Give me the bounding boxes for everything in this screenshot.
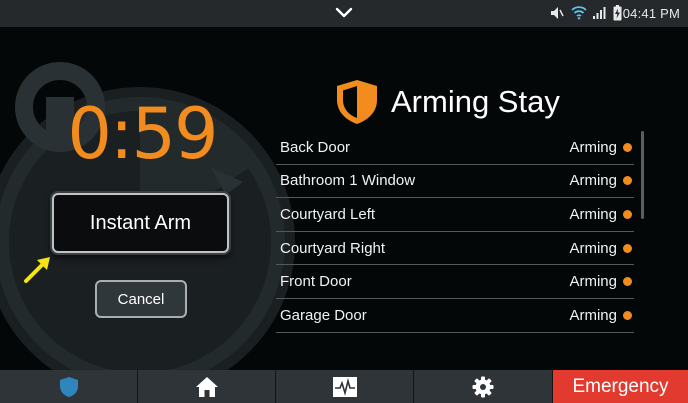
status-dot-icon (623, 243, 632, 253)
nav-home-button[interactable] (138, 370, 276, 403)
zone-status: Arming (569, 239, 617, 257)
zone-name: Garage Door (280, 306, 367, 324)
zone-status: Arming (569, 205, 617, 223)
countdown-timer: 0:59 (67, 93, 218, 175)
zone-name: Front Door (280, 273, 352, 291)
shield-icon (337, 80, 377, 124)
list-item: Back Door Arming (276, 131, 634, 165)
main-panel: 0:59 Instant Arm Cancel Arming Stay Back… (0, 27, 688, 370)
mute-icon (551, 7, 564, 19)
arming-header: Arming Stay (333, 77, 560, 127)
zone-status: Arming (569, 306, 617, 324)
home-icon (195, 376, 218, 397)
list-item: Garage Door Arming (276, 299, 634, 333)
status-dot-icon (623, 176, 632, 186)
instant-arm-button[interactable]: Instant Arm (52, 193, 229, 253)
zone-name: Courtyard Left (280, 205, 376, 223)
nav-activity-button[interactable] (276, 370, 414, 403)
bottom-nav: Emergency (0, 370, 688, 403)
chevron-down-icon[interactable] (334, 5, 354, 21)
zone-list-scrollbar[interactable] (641, 131, 644, 219)
status-dot-icon (623, 310, 632, 320)
pointer-arrow-icon (24, 257, 50, 283)
zone-status: Arming (569, 273, 617, 291)
zone-name: Bathroom 1 Window (280, 172, 416, 190)
signal-icon (593, 7, 606, 19)
clock: 04:41 PM (622, 6, 680, 21)
zone-status: Arming (569, 172, 617, 190)
wifi-icon (571, 6, 587, 20)
list-item: Bathroom 1 Window Arming (276, 165, 634, 199)
battery-charging-icon (613, 5, 622, 21)
status-bar: 04:41 PM (0, 0, 688, 27)
arming-title: Arming Stay (391, 84, 560, 119)
activity-monitor-icon (332, 376, 357, 397)
status-dot-icon (623, 209, 632, 219)
list-item: Courtyard Right Arming (276, 232, 634, 266)
zone-list[interactable]: Back Door Arming Bathroom 1 Window Armin… (276, 131, 634, 333)
emergency-button[interactable]: Emergency (553, 370, 688, 403)
zone-name: Back Door (280, 138, 351, 156)
nav-security-button[interactable] (0, 370, 138, 403)
zone-name: Courtyard Right (280, 239, 386, 257)
list-item: Front Door Arming (276, 265, 634, 299)
cancel-button[interactable]: Cancel (95, 280, 187, 318)
nav-settings-button[interactable] (414, 370, 553, 403)
status-dot-icon (623, 277, 632, 287)
zone-status: Arming (569, 138, 617, 156)
gear-icon (472, 376, 494, 397)
status-dot-icon (623, 142, 632, 152)
list-item: Courtyard Left Arming (276, 198, 634, 232)
shield-icon (59, 376, 78, 397)
